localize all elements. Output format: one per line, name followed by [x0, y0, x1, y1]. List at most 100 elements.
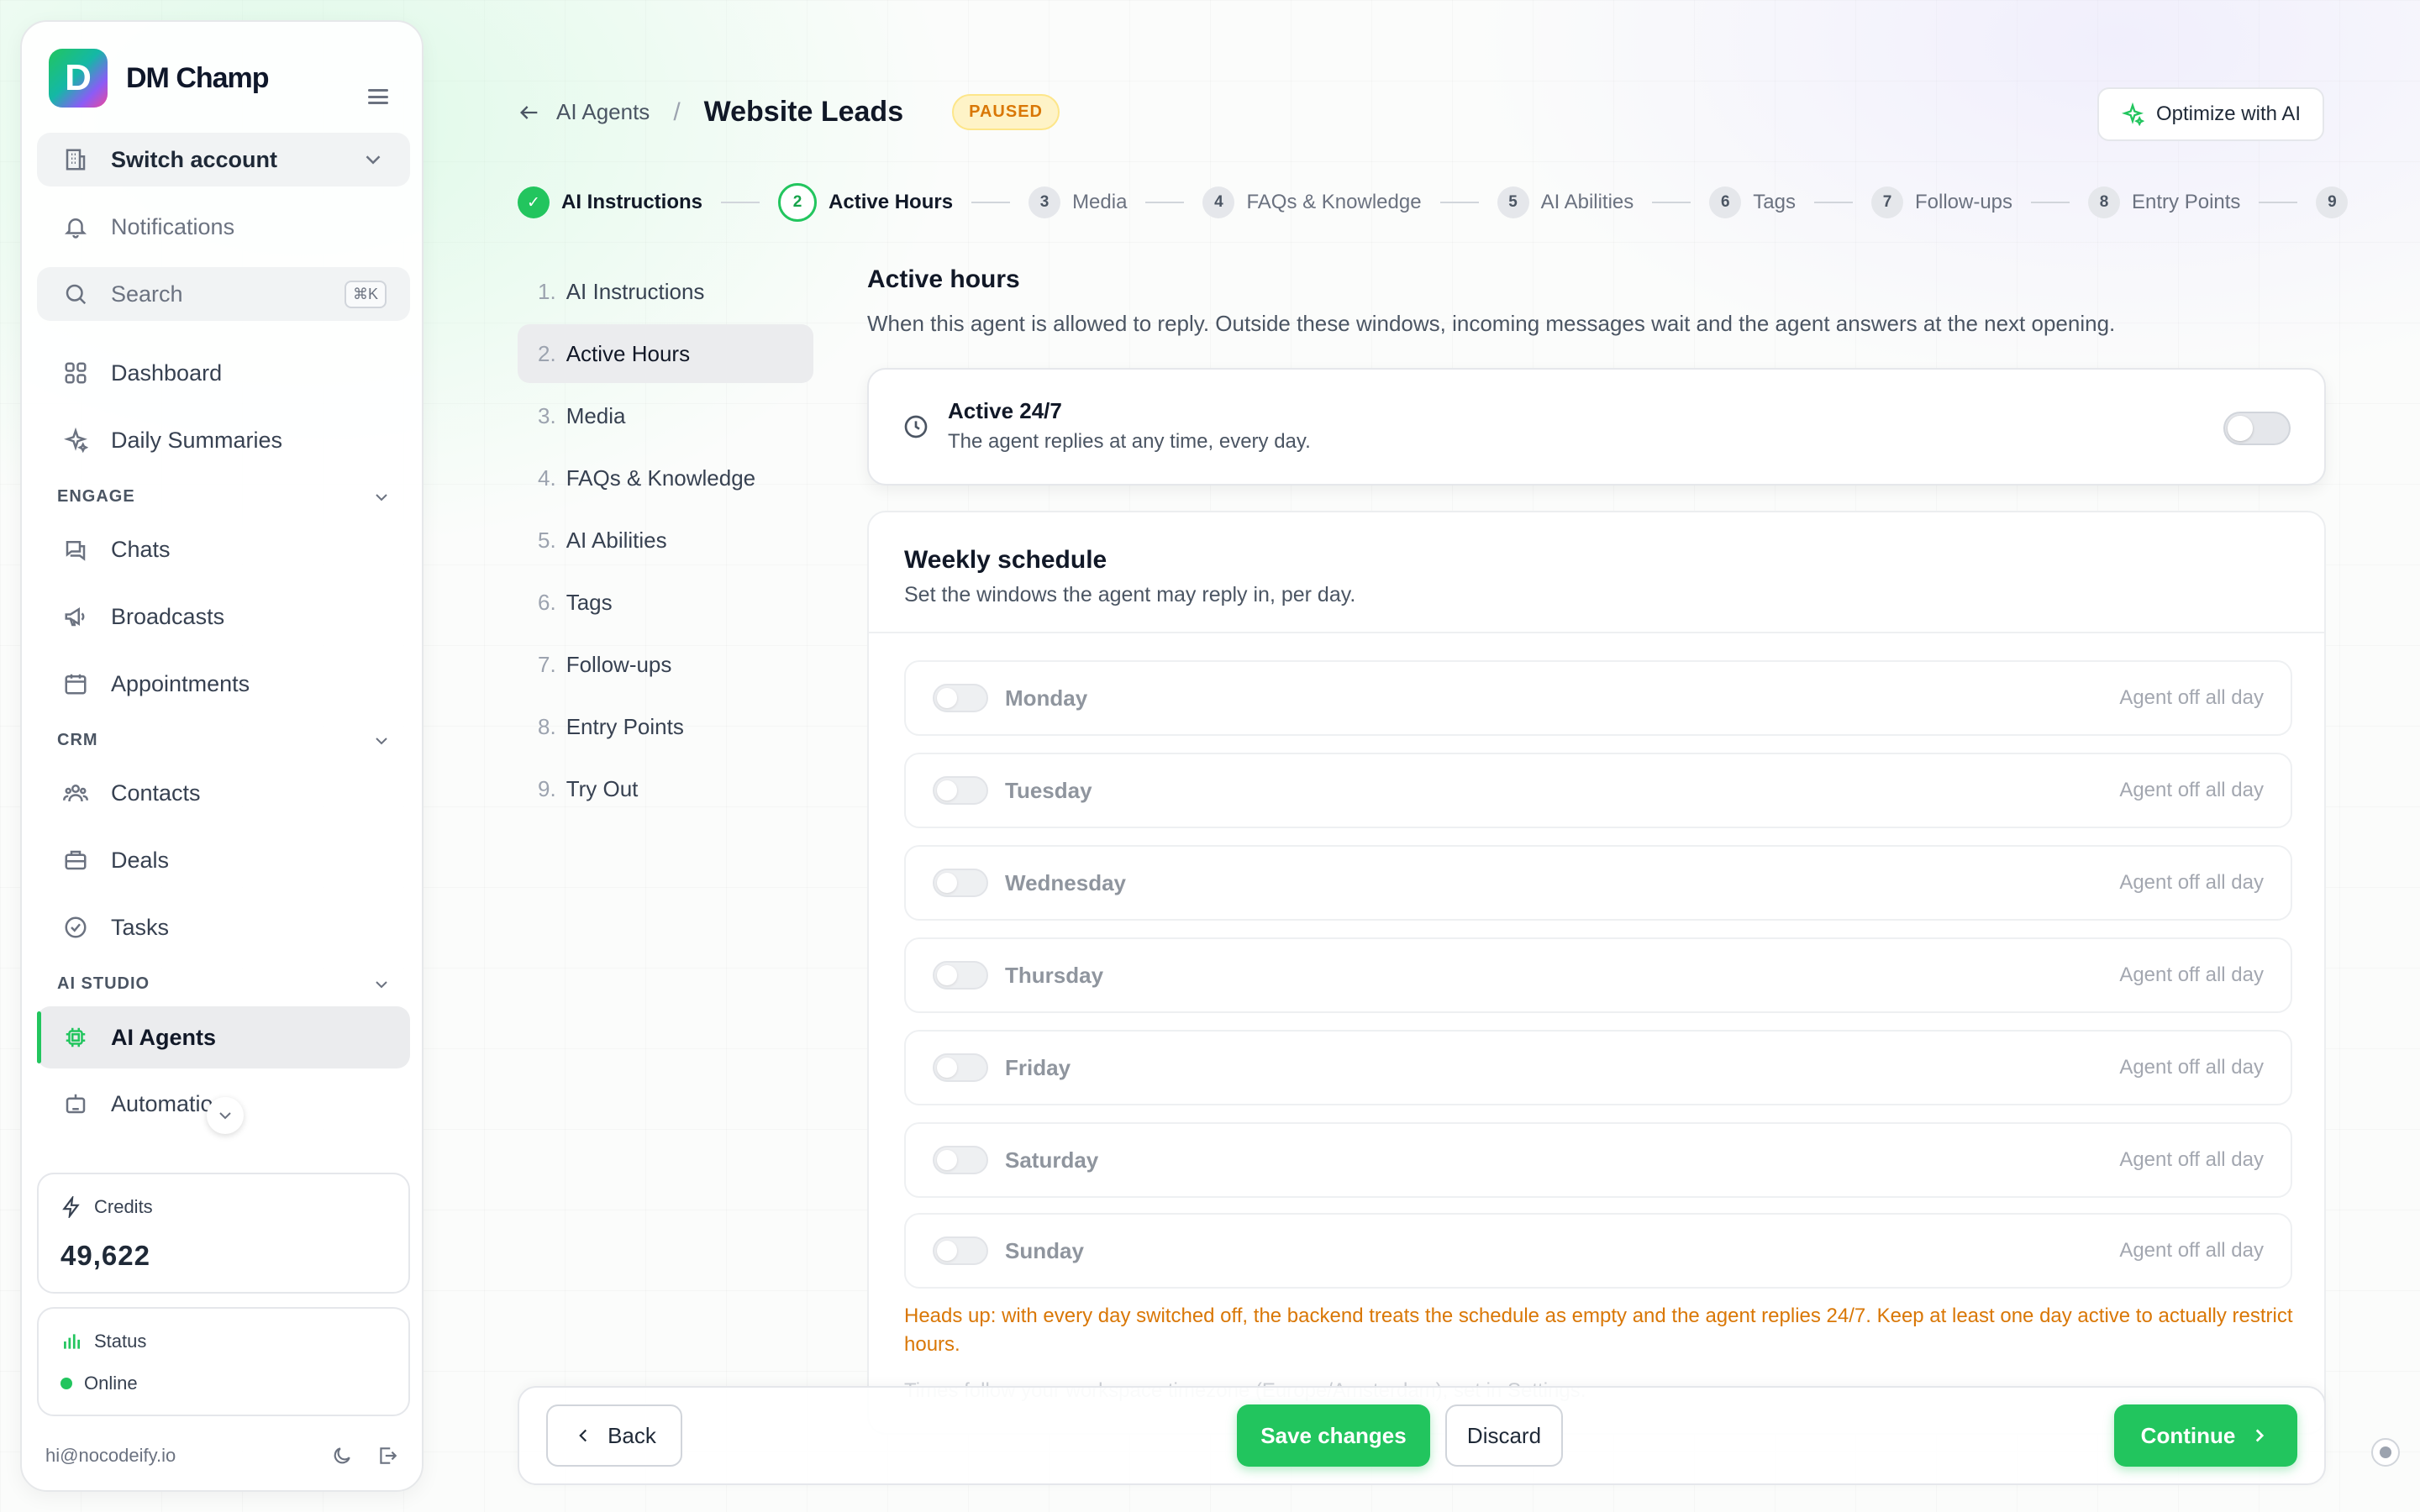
section-nav-item[interactable]: 7. Follow-ups — [518, 635, 813, 694]
back-button[interactable]: Back — [546, 1404, 682, 1467]
search-input[interactable]: Search ⌘K — [37, 267, 410, 321]
day-row-friday: Friday Agent off all day — [904, 1030, 2292, 1105]
help-widget-button[interactable] — [2371, 1438, 2400, 1467]
sidebar-item-deals[interactable]: Deals — [37, 833, 410, 887]
day-row-wednesday: Wednesday Agent off all day — [904, 845, 2292, 921]
sidebar-item-notifications[interactable]: Notifications — [37, 200, 410, 254]
section-nav-item-active[interactable]: 2. Active Hours — [518, 324, 813, 383]
sidebar-item-ai-agents[interactable]: AI Agents — [37, 1006, 410, 1068]
megaphone-icon — [62, 603, 89, 630]
day-name: Sunday — [1005, 1237, 1084, 1263]
sidebar-item-label: Dashboard — [111, 360, 223, 386]
step-number: 4 — [1202, 186, 1235, 218]
credits-value: 49,622 — [60, 1240, 150, 1271]
check-icon: ✓ — [518, 186, 550, 218]
sidebar-item-label: Contacts — [111, 780, 201, 806]
step-label: Media — [1072, 191, 1128, 213]
moon-icon[interactable] — [331, 1445, 353, 1467]
optimize-with-ai-button[interactable]: Optimize with AI — [2096, 87, 2324, 141]
divider — [869, 632, 2324, 633]
chevron-down-icon — [219, 1112, 231, 1120]
sidebar-item-label: Automatio — [111, 1090, 213, 1116]
step-follow-ups[interactable]: 7 Follow-ups — [1870, 186, 2012, 218]
step-label: Entry Points — [2132, 191, 2241, 213]
stepper: ✓ AI Instructions 2 Active Hours 3 Media… — [518, 183, 2349, 222]
day-name: Thursday — [1005, 962, 1104, 988]
menu-icon[interactable] — [368, 89, 388, 104]
section-nav-item[interactable]: 4. FAQs & Knowledge — [518, 449, 813, 507]
active-247-card: Active 24/7 The agent replies at any tim… — [867, 368, 2326, 486]
section-crm: CRM — [57, 731, 98, 749]
sidebar-item-tasks[interactable]: Tasks — [37, 900, 410, 954]
step-number: 9 — [2316, 186, 2349, 218]
sidebar-footer: hi@nocodeify.io — [45, 1445, 398, 1467]
switch-account-button[interactable]: Switch account — [37, 133, 410, 186]
day-row-tuesday: Tuesday Agent off all day — [904, 753, 2292, 828]
section-nav-item[interactable]: 5. AI Abilities — [518, 511, 813, 570]
step-entry-points[interactable]: 8 Entry Points — [2088, 186, 2240, 218]
sidebar-item-broadcasts[interactable]: Broadcasts — [37, 590, 410, 643]
day-toggle[interactable] — [933, 776, 988, 805]
arrow-left-icon[interactable] — [518, 101, 541, 124]
section-nav-item[interactable]: 1. AI Instructions — [518, 262, 813, 321]
sparkles-icon — [62, 427, 89, 454]
day-status: Agent off all day — [2119, 686, 2264, 709]
section-nav-item[interactable]: 9. Try Out — [518, 759, 813, 818]
search-label: Search — [111, 281, 183, 307]
sidebar-item-chats[interactable]: Chats — [37, 522, 410, 576]
brand-name: DM Champ — [126, 61, 270, 94]
section-nav-item[interactable]: 3. Media — [518, 386, 813, 445]
sidebar-item-dashboard[interactable]: Dashboard — [37, 346, 410, 400]
chevron-down-icon[interactable] — [371, 731, 392, 751]
section-nav-item[interactable]: 8. Entry Points — [518, 697, 813, 756]
day-toggle[interactable] — [933, 869, 988, 897]
day-name: Friday — [1005, 1054, 1071, 1080]
day-toggle[interactable] — [933, 1236, 988, 1265]
chevron-down-icon[interactable] — [371, 487, 392, 507]
step-faqs-knowledge[interactable]: 4 FAQs & Knowledge — [1202, 186, 1422, 218]
chevron-down-icon[interactable] — [371, 974, 392, 995]
step-try-out[interactable]: 9 — [2316, 186, 2349, 218]
day-status: Agent off all day — [2119, 1239, 2264, 1262]
continue-button[interactable]: Continue — [2114, 1404, 2297, 1467]
check-circle-icon — [62, 914, 89, 941]
discard-button[interactable]: Discard — [1445, 1404, 1563, 1467]
save-changes-button[interactable]: Save changes — [1237, 1404, 1430, 1467]
day-toggle[interactable] — [933, 1053, 988, 1082]
schedule-warning: Heads up: with every day switched off, t… — [904, 1305, 2293, 1356]
step-ai-instructions[interactable]: ✓ AI Instructions — [518, 186, 702, 218]
credits-label: Credits — [94, 1196, 153, 1217]
active-247-title: Active 24/7 — [948, 398, 1062, 423]
credits-card: Credits 49,622 — [37, 1173, 410, 1294]
sidebar-item-contacts[interactable]: Contacts — [37, 766, 410, 820]
user-email: hi@nocodeify.io — [45, 1445, 176, 1466]
sidebar-item-appointments[interactable]: Appointments — [37, 657, 410, 711]
day-toggle[interactable] — [933, 961, 988, 990]
logout-icon[interactable] — [376, 1445, 398, 1467]
step-tags[interactable]: 6 Tags — [1709, 186, 1796, 218]
breadcrumb: AI Agents / Website Leads PAUSED — [518, 94, 1060, 130]
day-toggle[interactable] — [933, 1146, 988, 1174]
sidebar-item-label: Deals — [111, 847, 170, 873]
brand[interactable]: D DM Champ — [49, 49, 270, 108]
section-description: When this agent is allowed to reply. Out… — [867, 311, 2116, 336]
step-number: 6 — [1709, 186, 1742, 218]
robot-icon — [62, 1090, 89, 1117]
step-number: 2 — [778, 183, 818, 222]
step-number: 3 — [1028, 186, 1061, 218]
section-nav-item[interactable]: 6. Tags — [518, 573, 813, 632]
breadcrumb-ai-agents[interactable]: AI Agents — [556, 99, 650, 125]
scroll-down-button[interactable] — [207, 1097, 244, 1134]
day-name: Wednesday — [1005, 869, 1127, 895]
page-title: Website Leads — [703, 96, 904, 128]
sidebar-item-daily-summaries[interactable]: Daily Summaries — [37, 413, 410, 467]
sidebar-item-label: Daily Summaries — [111, 427, 283, 453]
day-toggle[interactable] — [933, 684, 988, 712]
step-media[interactable]: 3 Media — [1028, 186, 1127, 218]
day-name: Monday — [1005, 685, 1088, 711]
sidebar-item-label: Notifications — [111, 213, 235, 239]
active-247-toggle[interactable] — [2223, 412, 2291, 445]
step-ai-abilities[interactable]: 5 AI Abilities — [1497, 186, 1634, 218]
step-active-hours[interactable]: 2 Active Hours — [778, 183, 953, 222]
sidebar-item-label: AI Agents — [111, 1024, 217, 1050]
